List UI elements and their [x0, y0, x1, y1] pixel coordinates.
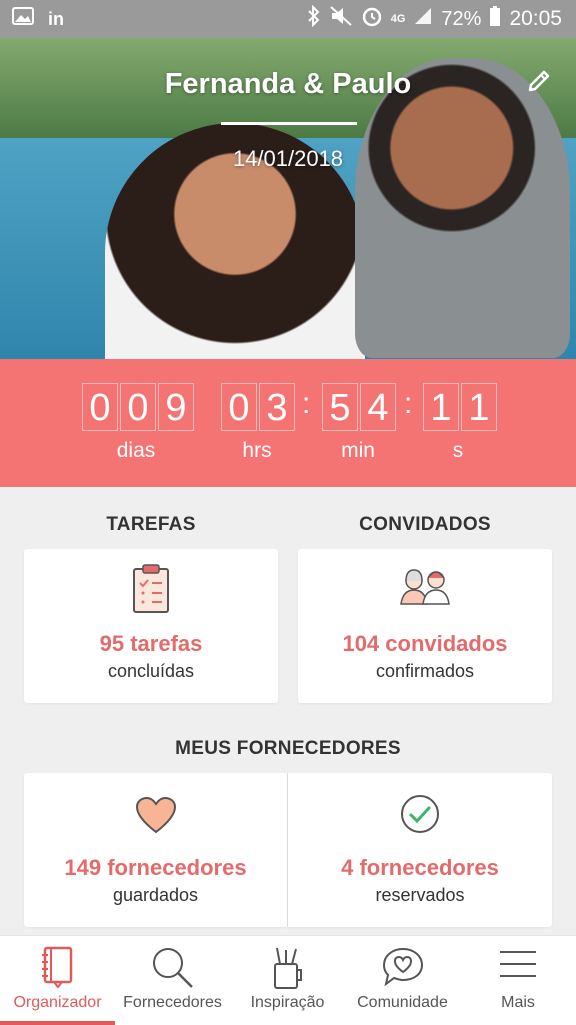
bottom-navigation: Organizador Fornecedores Inspiração Comu…: [0, 935, 576, 1025]
hours-digit: 0: [221, 383, 257, 431]
chat-heart-icon: [381, 946, 425, 993]
couple-names: Fernanda & Paulo: [164, 68, 412, 100]
title-divider: [221, 122, 357, 125]
saved-vendors-card[interactable]: 149 fornecedores guardados: [24, 773, 287, 927]
nav-label: Inspiração: [250, 994, 325, 1011]
nav-organizador[interactable]: Organizador: [0, 936, 115, 1025]
saved-vendors-status: guardados: [112, 885, 199, 905]
pencil-icon: [526, 68, 552, 99]
minutes-digit: 5: [322, 383, 358, 431]
tasks-heading: TAREFAS: [106, 514, 196, 535]
hours-digit: 3: [259, 383, 295, 431]
booked-vendors-status: reservados: [375, 885, 465, 905]
days-digit: 0: [120, 383, 156, 431]
battery-percent: 72%: [441, 7, 482, 30]
clipboard-icon: [131, 563, 171, 620]
seconds-label: s: [452, 439, 464, 462]
minutes-label: min: [341, 439, 375, 462]
network-type: 4G: [390, 13, 406, 25]
nav-label: Organizador: [13, 994, 102, 1011]
notebook-icon: [40, 946, 76, 993]
edit-button[interactable]: [522, 66, 556, 100]
guests-count: 104 convidados: [342, 631, 508, 656]
minutes-digit: 4: [360, 383, 396, 431]
guests-card[interactable]: 104 convidados confirmados: [298, 549, 552, 703]
tasks-card[interactable]: 95 tarefas concluídas: [24, 549, 278, 703]
saved-vendors-count: 149 fornecedores: [64, 855, 247, 880]
nav-label: Fornecedores: [123, 994, 222, 1011]
linkedin-icon: in: [48, 8, 64, 29]
days-digit: 9: [158, 383, 194, 431]
bluetooth-icon: [307, 4, 321, 33]
colon-separator: :: [302, 387, 311, 420]
status-bar: in 4G 72% 20:05: [0, 0, 576, 38]
nav-fornecedores[interactable]: Fornecedores: [115, 936, 230, 1025]
pencil-cup-icon: [271, 946, 305, 995]
vendors-heading: MEUS FORNECEDORES: [175, 738, 401, 759]
battery-icon: [489, 5, 501, 33]
tasks-count: 95 tarefas: [99, 631, 203, 656]
days-digit: 0: [82, 383, 118, 431]
seconds-digit: 1: [423, 383, 459, 431]
alarm-icon: [361, 5, 383, 33]
heart-icon: [135, 796, 177, 840]
clock-time: 20:05: [509, 7, 562, 30]
nav-mais[interactable]: Mais: [460, 936, 576, 1025]
mute-icon: [329, 5, 353, 33]
nav-label: Mais: [501, 994, 535, 1011]
guests-icon: [398, 569, 452, 610]
search-icon: [151, 946, 195, 995]
colon-separator: :: [404, 387, 413, 420]
check-circle-icon: [399, 793, 441, 840]
seconds-digit: 1: [461, 383, 497, 431]
wedding-date: 14/01/2018: [232, 146, 344, 171]
active-tab-indicator: [0, 1021, 115, 1025]
days-label: dias: [116, 439, 156, 462]
nav-inspiracao[interactable]: Inspiração: [230, 936, 345, 1025]
menu-icon: [498, 946, 538, 987]
tasks-status: concluídas: [107, 661, 195, 681]
signal-icon: [413, 6, 433, 32]
countdown-panel: 0 0 9 0 3 : 5 4 : 1 1 dias hrs min s: [0, 359, 576, 487]
image-icon: [12, 7, 34, 31]
guests-heading: CONVIDADOS: [359, 514, 491, 535]
booked-vendors-count: 4 fornecedores: [341, 855, 499, 880]
booked-vendors-card[interactable]: 4 fornecedores reservados: [288, 773, 552, 927]
hours-label: hrs: [242, 439, 272, 462]
nav-label: Comunidade: [357, 994, 448, 1011]
guests-status: confirmados: [375, 661, 475, 681]
nav-comunidade[interactable]: Comunidade: [345, 936, 460, 1025]
